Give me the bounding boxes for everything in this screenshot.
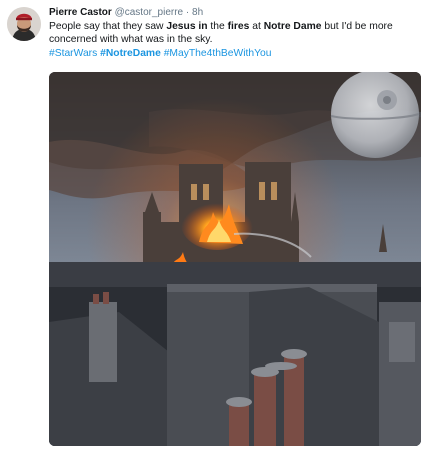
text-part: at bbox=[249, 21, 264, 32]
text-bold: Notre Dame bbox=[263, 21, 322, 32]
text-part: People say that they saw bbox=[49, 21, 167, 32]
tweet-text: People say that they saw Jesus in the fi… bbox=[49, 20, 419, 46]
timestamp[interactable]: 8h bbox=[192, 7, 203, 18]
text-bold: Jesus in bbox=[166, 21, 208, 32]
separator-dot: · bbox=[185, 7, 190, 18]
tweet-header: Pierre Castor @castor_pierre · 8h bbox=[49, 6, 203, 19]
hashtag-notredame[interactable]: #NotreDame bbox=[100, 48, 161, 59]
display-name[interactable]: Pierre Castor bbox=[49, 7, 112, 18]
hashtag-starwars[interactable]: #StarWars bbox=[49, 48, 97, 59]
tweet[interactable]: Pierre Castor @castor_pierre · 8h People… bbox=[0, 0, 430, 450]
hashtag-row: #StarWars #NotreDame #MayThe4thBeWithYou bbox=[49, 47, 272, 60]
avatar-image bbox=[7, 7, 41, 41]
hashtag-maythe4th[interactable]: #MayThe4thBeWithYou bbox=[164, 48, 272, 59]
death-star-icon bbox=[330, 72, 420, 158]
tweet-photo[interactable] bbox=[49, 72, 421, 446]
photo-notre-dame-fire-death-star-icon bbox=[49, 72, 421, 446]
user-handle[interactable]: @castor_pierre bbox=[115, 7, 184, 18]
text-bold: fires bbox=[227, 21, 250, 32]
avatar[interactable] bbox=[7, 7, 41, 41]
text-part: the bbox=[207, 21, 228, 32]
